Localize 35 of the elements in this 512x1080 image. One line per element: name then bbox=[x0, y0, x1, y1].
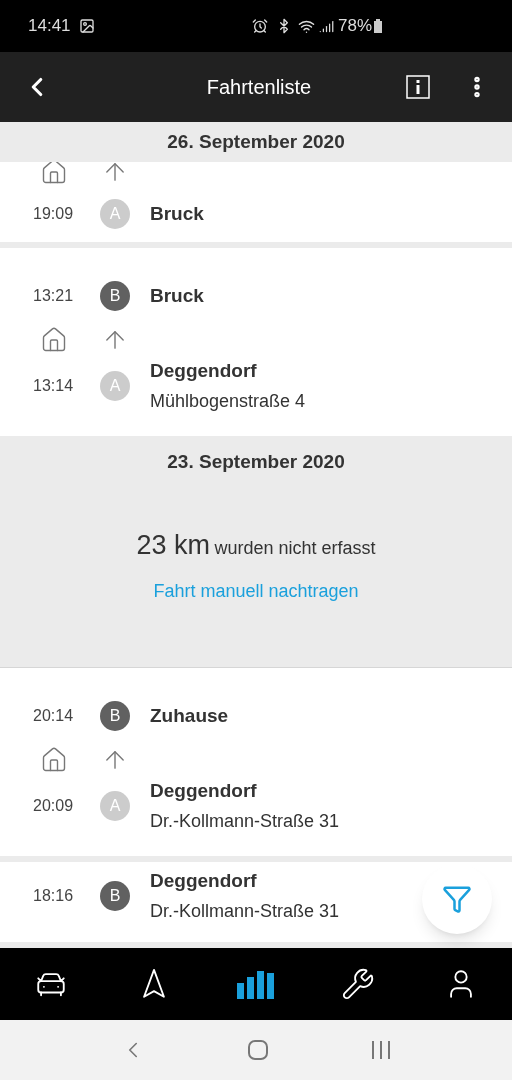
battery-icon bbox=[374, 19, 382, 33]
stop-time: 20:09 bbox=[32, 796, 75, 816]
image-icon bbox=[78, 18, 95, 34]
place-name: Deggendorf bbox=[150, 359, 258, 383]
house-icon bbox=[40, 162, 68, 186]
stop-marker: B bbox=[100, 701, 130, 731]
street-address: Dr.-Kollmann-Straße 31 bbox=[150, 900, 340, 923]
battery-level: 78% bbox=[337, 15, 372, 38]
signal-icon bbox=[318, 18, 334, 34]
place-name: Deggendorf bbox=[150, 869, 258, 893]
page-title: Fahrtenliste bbox=[205, 75, 313, 100]
house-icon bbox=[40, 326, 68, 354]
date-heading: 23. September 2020 bbox=[167, 449, 345, 474]
place-name: Deggendorf bbox=[150, 779, 258, 803]
street-address: Dr.-Kollmann-Straße 31 bbox=[150, 810, 340, 833]
stop-time: 18:16 bbox=[32, 886, 75, 906]
stop-time: 13:21 bbox=[32, 286, 75, 306]
stop-time: 20:14 bbox=[32, 706, 75, 726]
filter-icon bbox=[442, 884, 472, 914]
stop-marker: B bbox=[100, 881, 130, 911]
alarm-icon bbox=[251, 18, 268, 34]
place-name: Bruck bbox=[150, 202, 204, 226]
untracked-distance: 23 km wurden nicht erfasst bbox=[136, 529, 376, 562]
stop-marker: B bbox=[100, 281, 130, 311]
stop-time: 19:09 bbox=[32, 204, 75, 224]
status-time: 14:41 bbox=[28, 15, 71, 38]
home-icon[interactable] bbox=[247, 1039, 269, 1061]
stop-time: 13:14 bbox=[32, 376, 75, 396]
recent-apps-icon[interactable] bbox=[369, 1040, 392, 1060]
info-icon[interactable] bbox=[406, 75, 430, 99]
street-address: Mühlbogenstraße 4 bbox=[150, 390, 306, 413]
place-name: Zuhause bbox=[150, 704, 229, 728]
date-heading: 26. September 2020 bbox=[167, 129, 345, 154]
house-icon bbox=[40, 746, 68, 774]
place-name: Bruck bbox=[150, 284, 204, 308]
